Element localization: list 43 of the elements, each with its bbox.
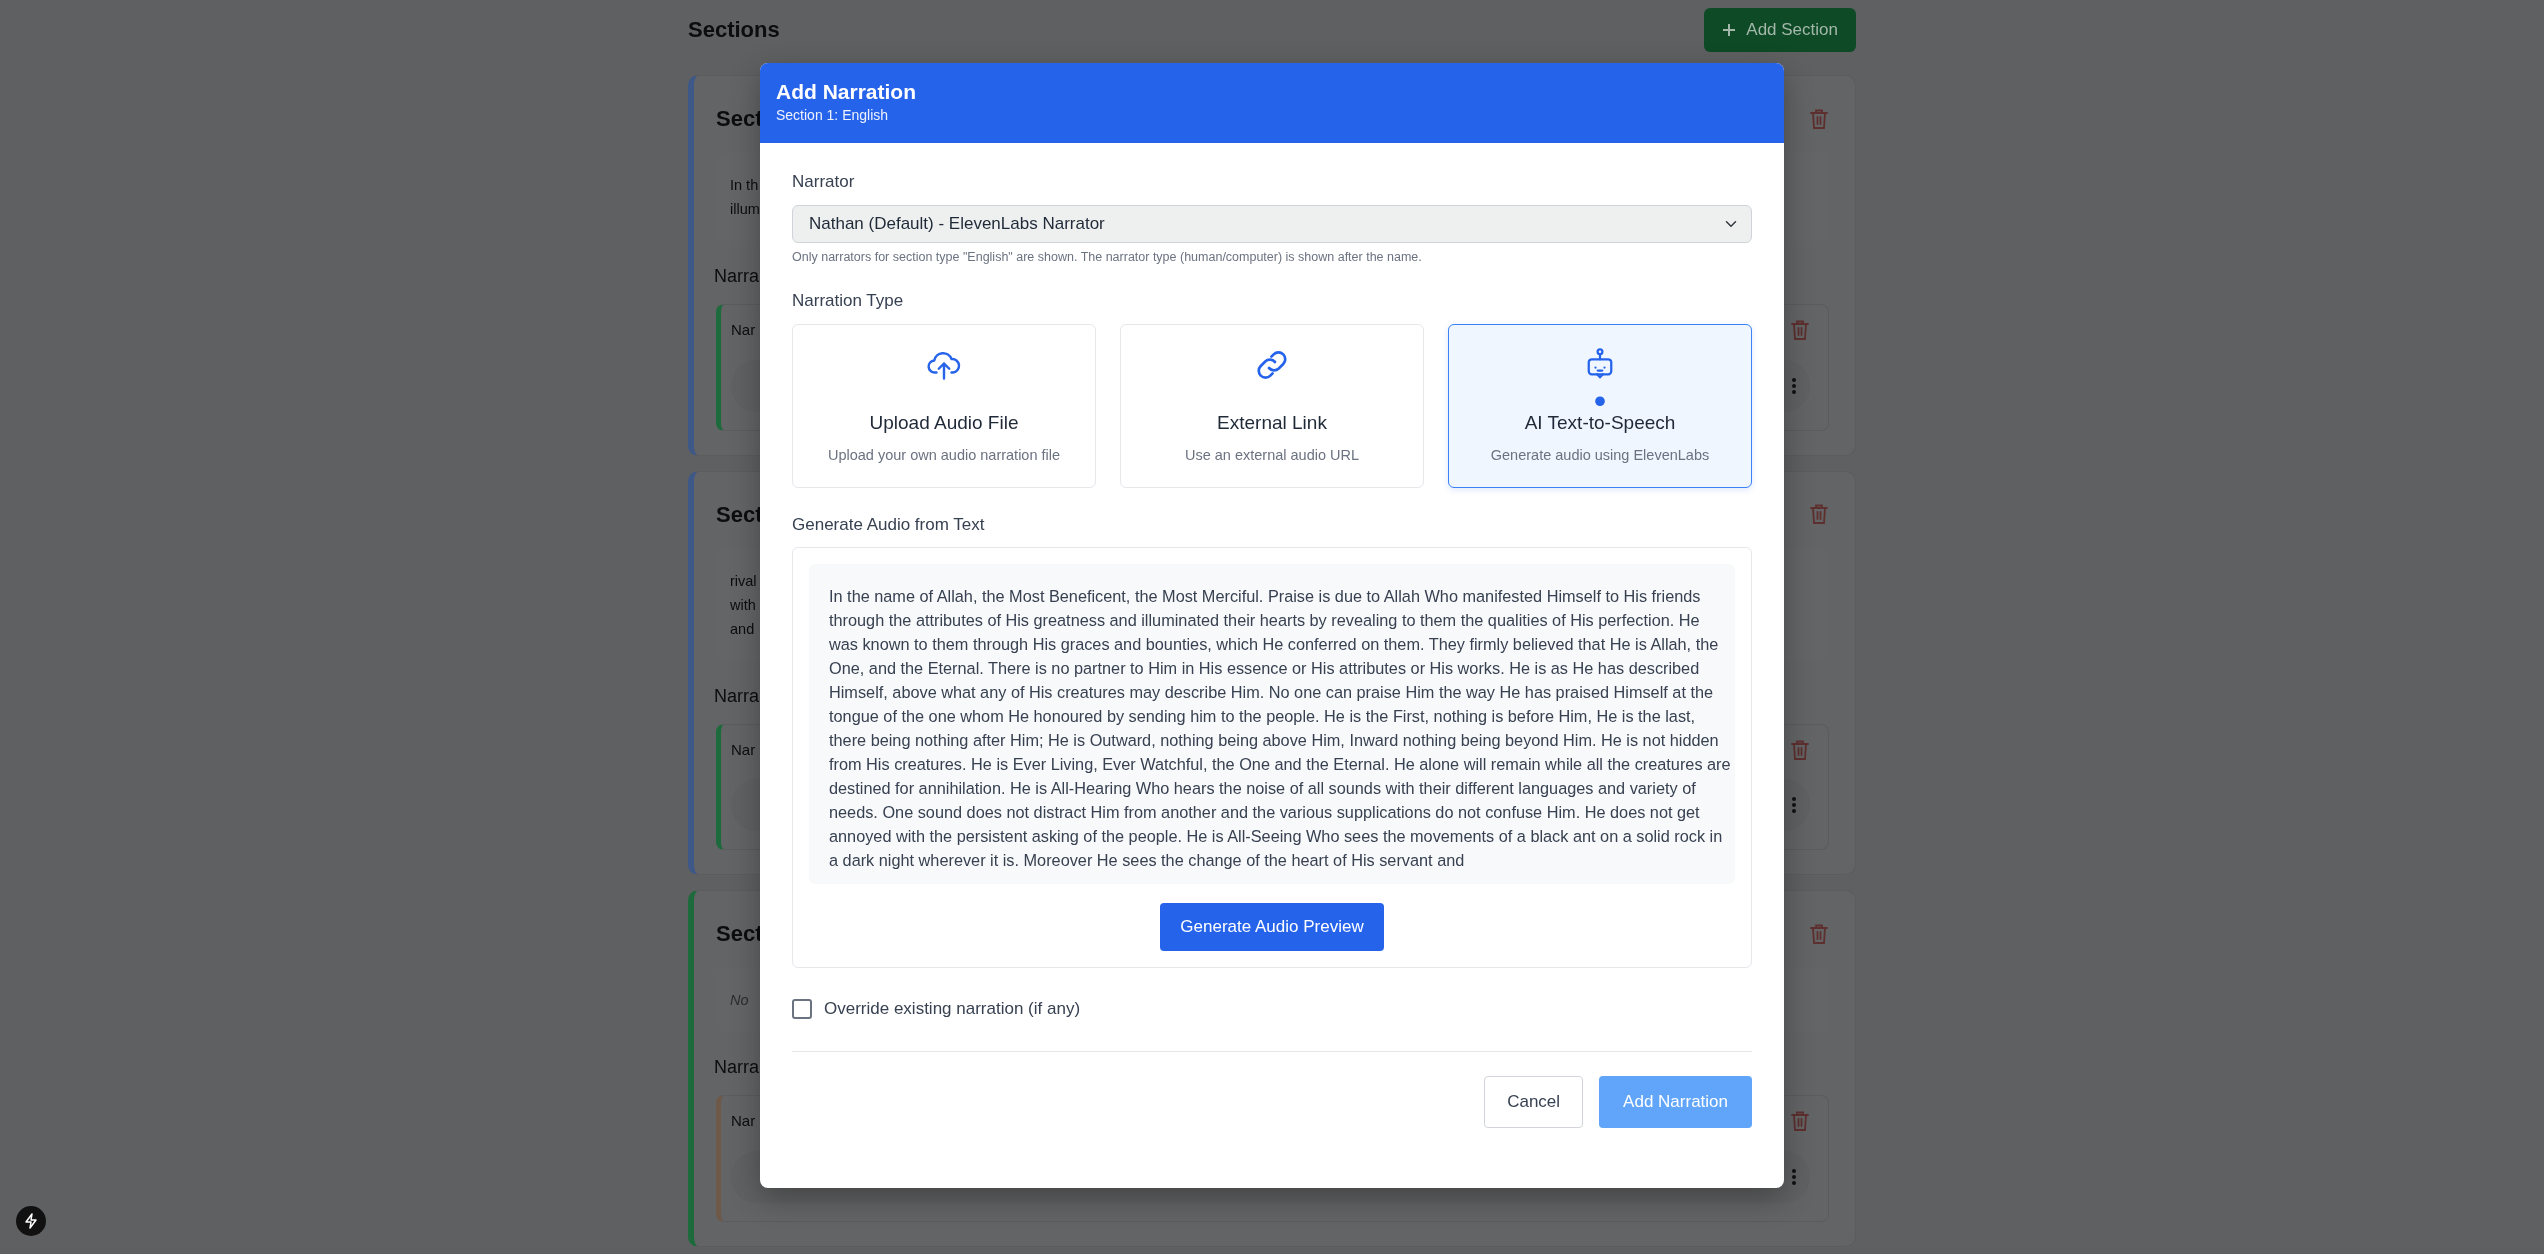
plus-icon <box>1722 23 1737 37</box>
more-icon[interactable] <box>1792 1168 1796 1185</box>
option-title: AI Text-to-Speech <box>1524 410 1676 435</box>
trash-icon[interactable] <box>1809 922 1829 945</box>
option-description: Generate audio using ElevenLabs <box>1490 446 1710 466</box>
field-label: Generate Audio from Text <box>792 513 986 536</box>
field-label: Narrator <box>792 171 856 193</box>
option-description: Upload your own audio narration file <box>827 446 1061 465</box>
trash-icon[interactable] <box>1809 107 1829 130</box>
bolt-icon[interactable] <box>16 1206 46 1236</box>
option-title: External Link <box>1217 410 1327 435</box>
checkbox-label: Override existing narration (if any) <box>824 997 1081 1020</box>
cancel-button[interactable]: Cancel <box>1484 1076 1584 1128</box>
section-title: Sect <box>716 105 763 133</box>
more-icon[interactable] <box>1792 797 1796 813</box>
option-description: Use an external audio URL <box>1184 446 1360 465</box>
page-title: Sections <box>688 16 780 44</box>
modal-title: Add Narration <box>776 79 917 105</box>
section-title: Sect <box>716 920 763 948</box>
narrator-select[interactable]: Nathan (Default) - ElevenLabs Narrator <box>792 204 1752 243</box>
option-title: Upload Audio File <box>869 410 1019 435</box>
override-checkbox[interactable] <box>792 998 812 1019</box>
section-title: Sect <box>716 500 763 529</box>
narrations-heading: Narra <box>714 265 759 288</box>
text-field[interactable]: In the name of Allah, the Most Beneficent, the Most Merciful. Praise is due to Allah Who manifested Himself to His friends through the attributes of His greatness and illuminated their hearts by revealing to them the qualities of His perfection. He was known to them through His graces and bounties, which He conferred on them. They firmly believed that He is Allah, the One, and the Eternal. There is no partner to Him in His essence or His attributes or His works. He is as He has described Himself, above what any of His creatures may describe Him. No one can praise Him the way He has praised Himself at the tongue of the one whom He honoured by sending him to the people. He is the First, nothing is before Him, He is the last, there being nothing after Him; He is Outward, nothing being above Him, Inward nothing being beyond Him. He is not hidden from His creatures. He is Ever Living, Ever Watchful, the One and the Eternal. He alone will remain while all the creatures are destined for annihilation. He is All-Hearing Who hears the noise of all sounds with their different languages and variety of needs. One sound does not distract Him from another and the various supplications do not confuse Him. He does not get annoyed with the persistent asking of the people. He is All-Seeing Who sees the movements of a black ant on a solid rock in a dark night wherever it is. Moreover He sees the change of the heart of His servant and <box>809 564 1735 885</box>
help-text: Only narrators for section type "English" are shown. The narrator type (human/computer) is shown after the name. <box>792 248 1423 266</box>
more-icon[interactable] <box>1792 377 1796 394</box>
trash-icon[interactable] <box>1790 1110 1810 1133</box>
trash-icon[interactable] <box>1790 319 1810 342</box>
narration-type-option[interactable]: AI Text-to-Speech Generate audio using ElevenLabs <box>1448 323 1752 488</box>
field-label: Narration Type <box>792 290 905 313</box>
modal-subtitle: Section 1: English <box>776 106 890 125</box>
narration-label: Nar <box>731 1111 756 1131</box>
add-section-button[interactable]: Add Section <box>1704 8 1856 52</box>
generate-preview-button[interactable]: Generate Audio Preview <box>1160 903 1384 951</box>
trash-icon[interactable] <box>1809 503 1829 525</box>
narration-label: Nar <box>731 320 756 340</box>
narration-type-option[interactable]: External Link Use an external audio URL <box>1120 323 1424 488</box>
narration-type-option[interactable]: Upload Audio File Upload your own audio narration file <box>792 323 1096 488</box>
narrations-heading: Narra <box>714 1056 759 1079</box>
narration-label: Nar <box>731 739 756 760</box>
narrations-heading: Narra <box>714 684 759 708</box>
trash-icon[interactable] <box>1790 738 1810 761</box>
